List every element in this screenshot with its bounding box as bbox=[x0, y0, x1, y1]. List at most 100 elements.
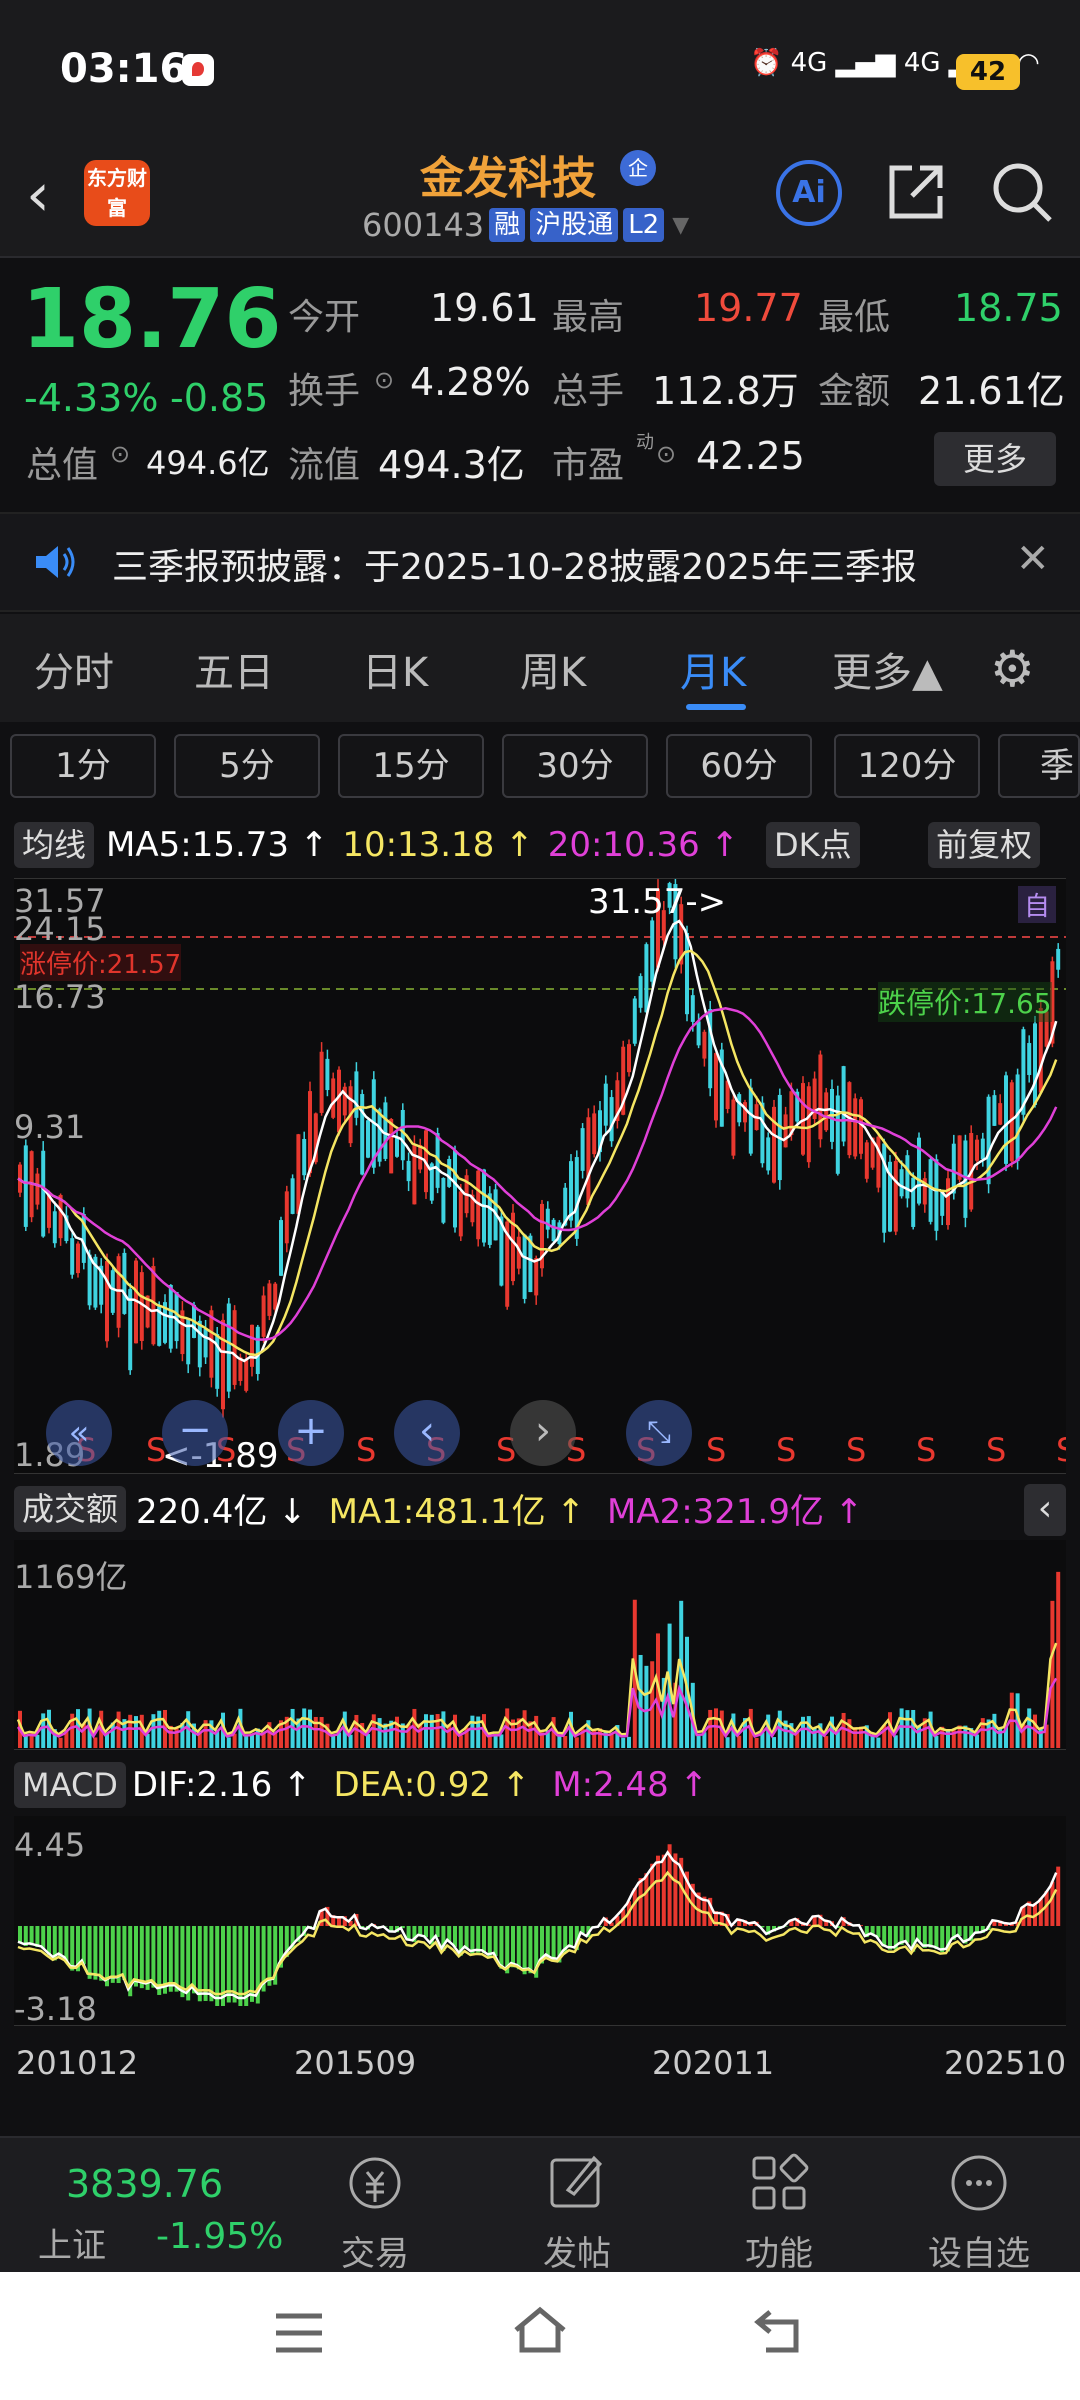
info-icon[interactable]: ⊙ bbox=[656, 440, 676, 468]
macd-bar bbox=[528, 1926, 533, 1974]
candle-body bbox=[702, 1031, 707, 1059]
info-icon[interactable]: ⊙ bbox=[110, 440, 130, 468]
period-60min[interactable]: 60分 bbox=[666, 734, 812, 798]
tab-more[interactable]: 更多▲ bbox=[832, 640, 943, 698]
stock-code-bar[interactable]: 600143 融 沪股通 L2 ▼ bbox=[362, 206, 689, 244]
share-icon[interactable] bbox=[884, 160, 948, 224]
sell-marker: S bbox=[846, 1431, 866, 1469]
period-15min[interactable]: 15分 bbox=[338, 734, 484, 798]
limit-down-label: 跌停价:17.65 bbox=[878, 982, 1052, 1022]
gear-icon[interactable]: ⚙ bbox=[990, 640, 1035, 698]
info-icon[interactable]: ⊙ bbox=[374, 366, 394, 394]
candle-body bbox=[226, 1303, 231, 1392]
menu-icon[interactable] bbox=[272, 2310, 326, 2356]
back-icon[interactable]: ‹ bbox=[26, 160, 50, 230]
candle-body bbox=[772, 1106, 776, 1183]
stock-name[interactable]: 金发科技 bbox=[420, 142, 596, 206]
macd-bar bbox=[58, 1926, 63, 1957]
app-logo: 东方财富 bbox=[84, 160, 150, 226]
tab-wuri[interactable]: 五日 bbox=[194, 640, 274, 698]
candle-body bbox=[337, 1069, 341, 1133]
rewind-icon[interactable]: « bbox=[46, 1400, 112, 1466]
candle-body bbox=[400, 1109, 405, 1161]
nav-trade[interactable]: 交易 bbox=[305, 2226, 445, 2275]
volume-bar bbox=[644, 1665, 649, 1748]
macd-chart[interactable] bbox=[14, 1816, 1066, 2026]
candle-body bbox=[203, 1328, 208, 1358]
add-watchlist-icon[interactable] bbox=[944, 2150, 1014, 2216]
tab-yuek[interactable]: 月K bbox=[680, 640, 746, 698]
macd-selector[interactable]: MACD bbox=[14, 1762, 126, 1808]
candle-body bbox=[354, 1071, 359, 1118]
candle-body bbox=[627, 1044, 631, 1073]
macd-bar bbox=[192, 1926, 196, 1994]
notice-text[interactable]: 三季报预披露：于2025-10-28披露2025年三季报 bbox=[112, 538, 917, 590]
collapse-icon[interactable]: ‹ bbox=[1024, 1484, 1066, 1536]
candle-body bbox=[766, 1137, 771, 1171]
search-icon[interactable] bbox=[990, 160, 1054, 224]
candle-body bbox=[128, 1289, 133, 1371]
home-icon[interactable] bbox=[510, 2304, 570, 2356]
index-change: -1.95% bbox=[156, 2216, 284, 2257]
enterprise-badge: 企 bbox=[620, 150, 656, 186]
macd-bar bbox=[87, 1926, 92, 1979]
candle-body bbox=[586, 1117, 591, 1206]
ai-button[interactable]: Ai bbox=[776, 160, 842, 226]
close-icon[interactable]: ✕ bbox=[1016, 536, 1050, 582]
macd-bar bbox=[551, 1926, 556, 1962]
volume-bar bbox=[458, 1735, 463, 1748]
mktcap-value: 494.6亿 bbox=[146, 444, 270, 482]
candle-body bbox=[899, 1169, 904, 1197]
tab-rik[interactable]: 日K bbox=[362, 640, 428, 698]
candle-body bbox=[1004, 1075, 1008, 1164]
candle-body bbox=[592, 1113, 597, 1155]
volume-chart[interactable] bbox=[14, 1540, 1066, 1750]
period-quarter[interactable]: 季 bbox=[998, 734, 1080, 798]
nav-function[interactable]: 功能 bbox=[709, 2226, 849, 2275]
candle-body bbox=[650, 920, 655, 982]
volume-bar bbox=[23, 1735, 28, 1748]
volume-bar bbox=[35, 1734, 40, 1748]
amount-value: 21.61亿 bbox=[918, 369, 1065, 413]
post-icon[interactable] bbox=[542, 2150, 612, 2216]
candle-body bbox=[383, 1102, 388, 1159]
period-30min[interactable]: 30分 bbox=[502, 734, 648, 798]
macd-bar bbox=[174, 1926, 179, 1992]
trade-icon[interactable] bbox=[340, 2150, 410, 2216]
index-value[interactable]: 3839.76 bbox=[66, 2162, 223, 2206]
change-amount: -0.85 bbox=[170, 376, 269, 420]
period-5min[interactable]: 5分 bbox=[174, 734, 320, 798]
period-120min[interactable]: 120分 bbox=[834, 734, 980, 798]
self-select-tag[interactable]: 自 bbox=[1018, 886, 1057, 923]
function-icon[interactable] bbox=[744, 2150, 814, 2216]
fullscreen-icon[interactable]: ⤡ bbox=[626, 1400, 692, 1466]
macd-bar bbox=[1056, 1866, 1061, 1926]
volume-bar bbox=[998, 1727, 1003, 1748]
scroll-left-icon[interactable]: ‹ bbox=[394, 1400, 460, 1466]
tab-fenshi[interactable]: 分时 bbox=[34, 640, 114, 698]
amount-label: 金额 bbox=[818, 371, 891, 412]
period-1min[interactable]: 1分 bbox=[10, 734, 156, 798]
candle-body bbox=[453, 1150, 457, 1228]
candle-body bbox=[824, 1092, 829, 1131]
ma-selector[interactable]: 均线 bbox=[14, 822, 95, 868]
macd-dif: DIF:2.16 ↑ bbox=[131, 1765, 312, 1805]
zoom-in-icon[interactable]: + bbox=[278, 1400, 344, 1466]
return-icon[interactable] bbox=[752, 2306, 808, 2356]
volume-selector[interactable]: 成交额 bbox=[14, 1485, 127, 1532]
volume-bar bbox=[250, 1734, 254, 1748]
dk-point-button[interactable]: DK点 bbox=[766, 822, 860, 868]
volume-bar bbox=[853, 1727, 858, 1748]
adjust-button[interactable]: 前复权 bbox=[928, 822, 1041, 868]
macd-bar bbox=[168, 1926, 173, 1992]
nav-post[interactable]: 发帖 bbox=[507, 2226, 647, 2275]
scroll-right-icon[interactable]: › bbox=[510, 1400, 576, 1466]
more-button[interactable]: 更多 bbox=[934, 432, 1056, 486]
macd-indicator-bar: MACD DIF:2.16 ↑ DEA:0.92 ↑ M:2.48 ↑ bbox=[14, 1762, 708, 1808]
index-name[interactable]: 上证 bbox=[38, 2218, 106, 2267]
ma5-value: MA5:15.73 ↑ bbox=[106, 825, 329, 865]
tab-zhouk[interactable]: 周K bbox=[520, 640, 586, 698]
nav-add-watchlist[interactable]: 设自选 bbox=[909, 2226, 1049, 2275]
volume-bar bbox=[319, 1717, 324, 1748]
zoom-out-icon[interactable]: − bbox=[162, 1400, 228, 1466]
